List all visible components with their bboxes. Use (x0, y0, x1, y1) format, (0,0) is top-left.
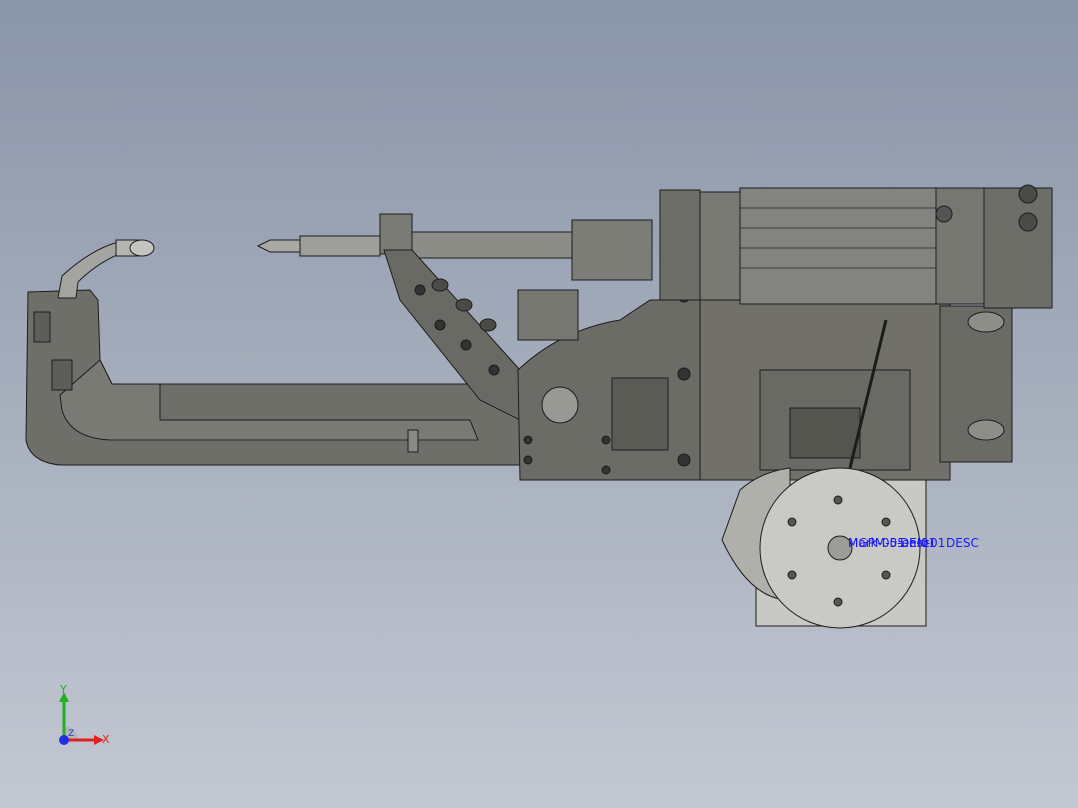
assembly-model[interactable] (0, 0, 1078, 808)
cad-viewport[interactable]: MGPM-05-EN-01 Mark-05-en-01 Desc DESC Y … (0, 0, 1078, 808)
coordinate-triad: Y X Z (48, 683, 118, 756)
annotation-text-c: Desc (900, 536, 930, 550)
servo-motor (659, 184, 1053, 309)
upper-rod (256, 213, 573, 259)
x-axis-label: X (102, 733, 110, 746)
electrode-tip (57, 239, 155, 299)
z-axis-label: Z (68, 729, 75, 739)
y-axis-label: Y (60, 683, 67, 696)
annotation-text-d: DESC (946, 536, 979, 550)
